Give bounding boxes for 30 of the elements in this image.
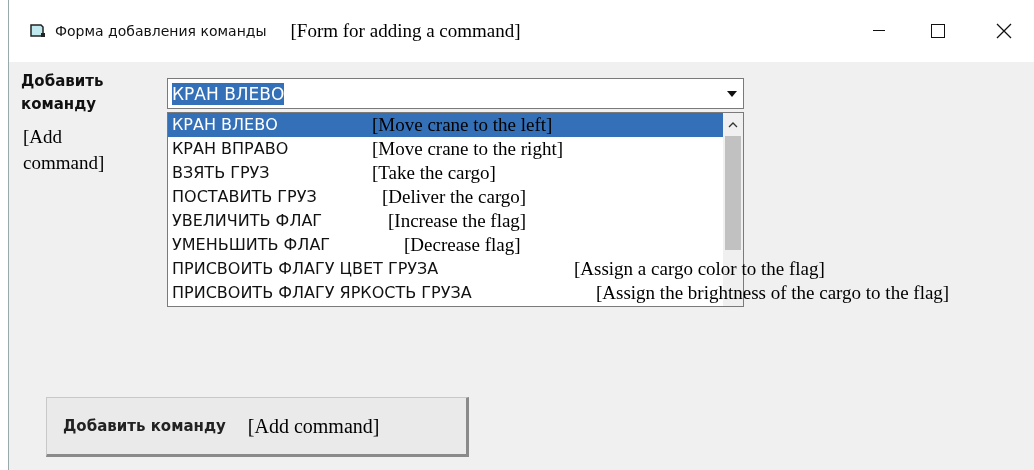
close-icon <box>996 23 1012 39</box>
translation-note: [Assign the brightness of the cargo to the flag] <box>596 280 950 305</box>
window-title: Форма добавления команды <box>55 21 267 41</box>
dropdown-option[interactable]: ВЗЯТЬ ГРУЗ [Take the cargo] <box>168 161 723 185</box>
translation-note: [Add command] <box>247 414 380 439</box>
dropdown-option[interactable]: УВЕЛИЧИТЬ ФЛАГ [Increase the flag] <box>168 209 723 233</box>
add-command-button[interactable]: Добавить команду [Add command] <box>46 397 469 457</box>
scrollbar-thumb[interactable] <box>725 136 741 250</box>
translation-note: [Add command] <box>23 125 106 175</box>
minimize-icon <box>873 30 885 32</box>
translation-note: [Take the cargo] <box>372 160 496 185</box>
translation-note: [Move crane to the right] <box>372 136 563 161</box>
field-label: Добавить команду <box>21 71 105 115</box>
dropdown-option[interactable]: УМЕНЬШИТЬ ФЛАГ [Decrease flag] <box>168 233 723 257</box>
maximize-icon <box>931 24 945 38</box>
dropdown-option[interactable]: ПРИСВОИТЬ ФЛАГУ ЦВЕТ ГРУЗА [Assign a cargo color to the flag] <box>168 257 825 281</box>
dropdown-option[interactable]: КРАН ВЛЕВО [Move crane to the left] <box>168 113 723 137</box>
translation-note: [Form for adding a command] <box>290 18 521 43</box>
window-icon <box>29 23 47 39</box>
dropdown-option[interactable]: ПОСТАВИТЬ ГРУЗ [Deliver the cargo] <box>168 185 723 209</box>
dropdown-option[interactable]: ПРИСВОИТЬ ФЛАГУ ЯРКОСТЬ ГРУЗА [Assign the brightness of the cargo to the flag] <box>168 281 950 305</box>
translation-note: [Decrease flag] <box>404 232 521 257</box>
command-combobox[interactable]: КРАН ВЛЕВО <box>167 78 744 109</box>
dropdown-arrow-icon[interactable] <box>727 90 737 97</box>
translation-note: [Move crane to the left] <box>372 112 553 137</box>
translation-note: [Assign a cargo color to the flag] <box>574 256 825 281</box>
dropdown-option[interactable]: КРАН ВПРАВО [Move crane to the right] <box>168 137 723 161</box>
scroll-up-icon[interactable] <box>728 122 738 128</box>
translation-note: [Deliver the cargo] <box>382 184 527 209</box>
translation-note: [Increase the flag] <box>388 208 527 233</box>
